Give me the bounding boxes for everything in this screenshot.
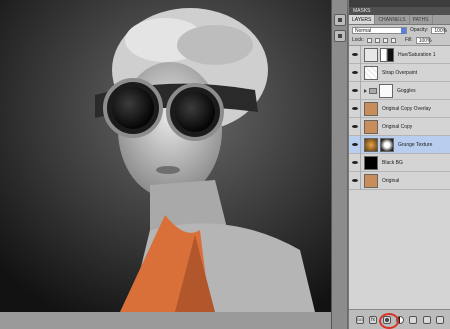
layer-thumbnail bbox=[364, 173, 378, 188]
eye-icon[interactable] bbox=[349, 117, 361, 136]
link-layers-button[interactable]: GO bbox=[355, 315, 364, 324]
lock-row: Lock: Fill: 100% bbox=[349, 35, 450, 45]
new-layer-button[interactable] bbox=[422, 315, 431, 324]
eye-icon[interactable] bbox=[349, 135, 361, 154]
tab-masks[interactable]: MASKS bbox=[349, 7, 450, 15]
eye-icon[interactable] bbox=[349, 45, 361, 64]
lock-pixels-icon[interactable] bbox=[374, 37, 380, 43]
tab-paths[interactable]: PATHS bbox=[410, 15, 433, 24]
expand-arrow-icon[interactable] bbox=[364, 88, 367, 93]
lock-label: Lock: bbox=[352, 37, 364, 43]
opacity-field[interactable]: 100% bbox=[431, 26, 447, 34]
fill-field[interactable]: 100% bbox=[415, 36, 432, 44]
blend-mode-select[interactable]: Normal bbox=[352, 26, 407, 34]
layer-thumbnail bbox=[364, 65, 378, 80]
layer-name: Original bbox=[382, 177, 400, 184]
blend-row: Normal Opacity: 100% bbox=[349, 25, 450, 35]
tab-layers[interactable]: LAYERS bbox=[349, 15, 376, 24]
layers-panel: MASKS LAYERS CHANNELS PATHS Normal Opaci… bbox=[348, 0, 450, 329]
adjustment-thumbnail bbox=[364, 47, 378, 62]
collapsed-panel-dock bbox=[331, 0, 348, 329]
layer-row[interactable]: Original Copy bbox=[349, 117, 450, 136]
status-bar bbox=[0, 312, 331, 329]
panel-tabs: LAYERS CHANNELS PATHS bbox=[349, 15, 450, 25]
palette-icon[interactable] bbox=[334, 14, 346, 26]
panel-titlebar[interactable] bbox=[349, 0, 450, 7]
layer-name: Hue/Saturation 1 bbox=[398, 51, 436, 58]
artwork-image bbox=[0, 0, 331, 312]
layers-panel-footer: GO fx bbox=[349, 309, 450, 329]
layer-thumbnail bbox=[364, 155, 378, 170]
trash-icon[interactable] bbox=[436, 315, 445, 324]
document-area bbox=[0, 0, 331, 329]
lock-transparency-icon[interactable] bbox=[366, 37, 372, 43]
image-canvas[interactable] bbox=[0, 0, 331, 312]
opacity-label: Opacity: bbox=[410, 27, 429, 33]
blend-mode-value: Normal bbox=[355, 27, 372, 34]
lock-all-icon[interactable] bbox=[390, 37, 396, 43]
photoshop-window: MASKS LAYERS CHANNELS PATHS Normal Opaci… bbox=[0, 0, 450, 329]
layer-row[interactable]: Original bbox=[349, 171, 450, 190]
tab-channels[interactable]: CHANNELS bbox=[375, 15, 410, 24]
layer-row[interactable]: Goggles bbox=[349, 81, 450, 100]
layer-row[interactable]: Original Copy Overlay bbox=[349, 99, 450, 118]
layer-row[interactable]: Hue/Saturation 1 bbox=[349, 45, 450, 64]
new-group-button[interactable] bbox=[409, 315, 418, 324]
layer-name: Strap Overpaint bbox=[382, 69, 418, 76]
layer-name: Goggles bbox=[397, 87, 416, 94]
layer-name: Black BG bbox=[382, 159, 403, 166]
adjustments-icon[interactable] bbox=[334, 30, 346, 42]
lock-position-icon[interactable] bbox=[382, 37, 388, 43]
chevron-down-icon bbox=[401, 27, 406, 34]
eye-icon[interactable] bbox=[349, 63, 361, 82]
layer-row[interactable]: Black BG bbox=[349, 153, 450, 172]
layer-row[interactable]: Strap Overpaint bbox=[349, 63, 450, 82]
eye-icon[interactable] bbox=[349, 153, 361, 172]
layer-thumbnail bbox=[364, 101, 378, 116]
layer-name: Grunge Texture bbox=[398, 141, 433, 148]
layer-list: Hue/Saturation 1 Strap Overpaint Goggles… bbox=[349, 45, 450, 309]
layer-style-button[interactable]: fx bbox=[369, 315, 378, 324]
folder-icon bbox=[369, 87, 377, 94]
layer-mask-thumbnail[interactable] bbox=[379, 83, 393, 98]
layer-name: Original Copy Overlay bbox=[382, 105, 431, 112]
layer-name: Original Copy bbox=[382, 123, 413, 130]
fill-label: Fill: bbox=[404, 37, 413, 43]
layer-mask-thumbnail[interactable] bbox=[380, 47, 394, 62]
highlight-annotation-circle bbox=[379, 313, 399, 329]
layer-thumbnail bbox=[364, 119, 378, 134]
layer-row-selected[interactable]: Grunge Texture bbox=[349, 135, 450, 154]
layer-thumbnail bbox=[364, 137, 378, 152]
eye-icon[interactable] bbox=[349, 171, 361, 190]
eye-icon[interactable] bbox=[349, 99, 361, 118]
eye-icon[interactable] bbox=[349, 81, 361, 100]
layer-mask-thumbnail[interactable] bbox=[380, 137, 394, 152]
